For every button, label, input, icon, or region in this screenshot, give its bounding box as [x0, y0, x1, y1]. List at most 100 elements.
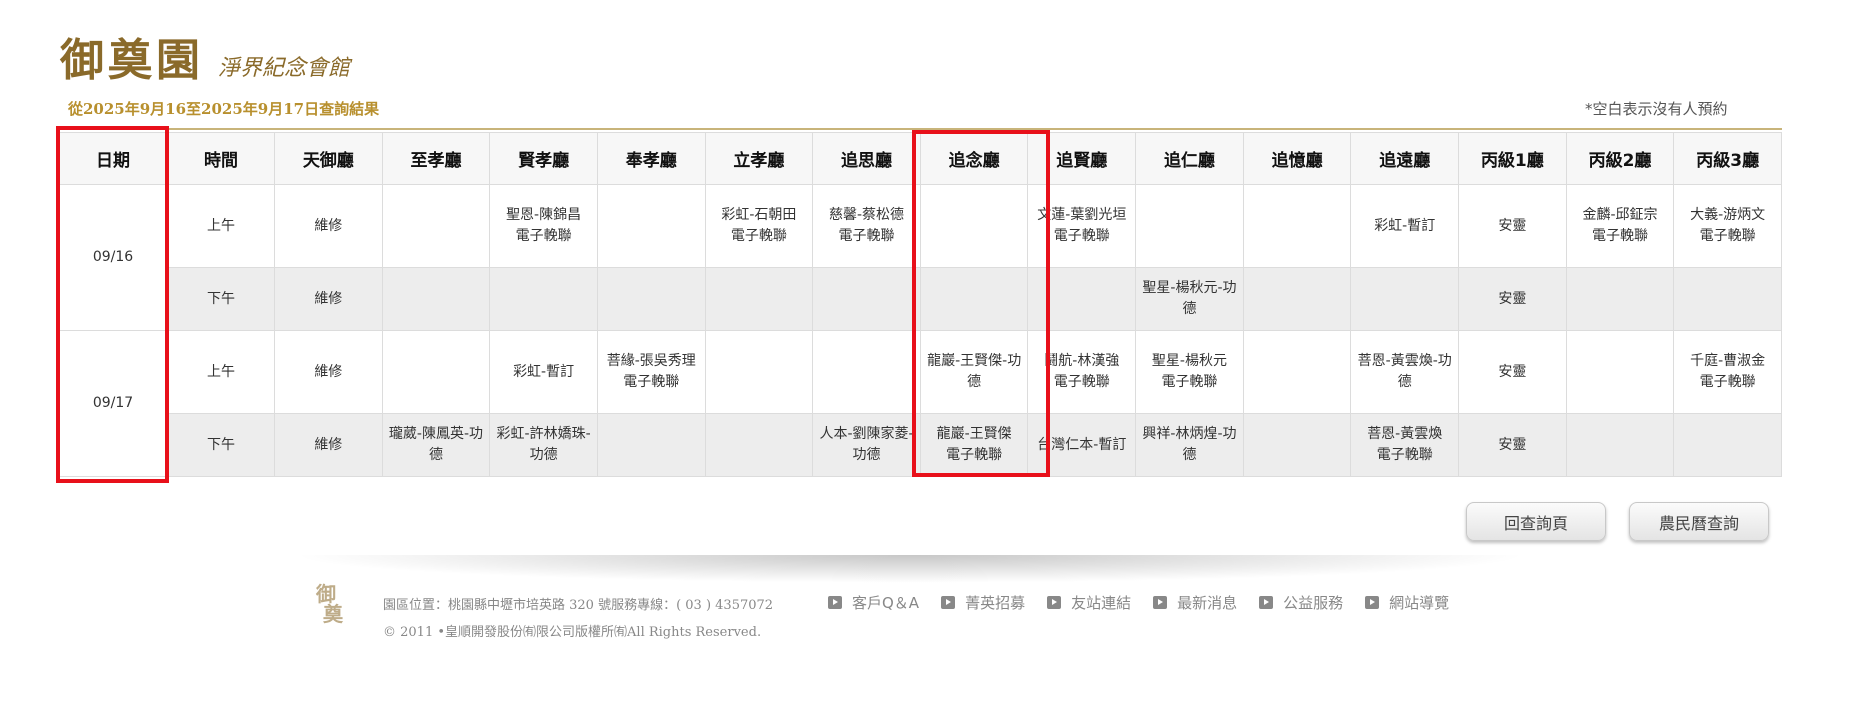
- booking-cell: [596, 184, 706, 268]
- booking-cell: 菩緣-張吳秀理 電子輓聯: [596, 330, 706, 414]
- booking-cell: [1565, 267, 1675, 331]
- booking-cell: 鬪航-林漢強 電子輓聯: [1027, 330, 1137, 414]
- footer-link[interactable]: 友站連結: [1047, 592, 1131, 613]
- booking-cell: 安靈: [1458, 184, 1567, 268]
- booking-cell: [596, 267, 706, 331]
- footer-logo-icon: 御 奠: [316, 582, 343, 626]
- booking-cell: [812, 267, 921, 331]
- booking-cell: 菩恩-黃雲煥-功德: [1350, 330, 1460, 414]
- booking-cell: 彩虹-石朝田 電子輓聯: [704, 184, 814, 268]
- booking-cell: 金麟-邱鉦宗 電子輓聯: [1565, 184, 1675, 268]
- booking-cell: 瓏葳-陳鳳英-功德: [381, 413, 491, 477]
- column-header: 賢孝廳: [489, 132, 598, 185]
- brand-name: 御奠園: [60, 35, 204, 86]
- arrow-right-icon: [1259, 596, 1274, 609]
- column-header: 追賢廳: [1027, 132, 1137, 185]
- arrow-right-icon: [1047, 596, 1062, 609]
- column-header: 至孝廳: [381, 132, 491, 185]
- booking-cell: 龍巖-王賢傑-功德: [919, 330, 1029, 414]
- arrow-right-icon: [1153, 596, 1168, 609]
- footer-shadow: [290, 555, 1530, 583]
- booking-cell: 聖恩-陳錦昌 電子輓聯: [489, 184, 598, 268]
- booking-cell: [596, 413, 706, 477]
- booking-cell: 維修: [274, 184, 383, 268]
- booking-cell: [1242, 330, 1352, 414]
- time-cell: 下午: [167, 267, 275, 331]
- query-range: 從2025年9月16至2025年9月17日查詢結果: [68, 100, 380, 118]
- booking-cell: 聖星-楊秋元 電子輓聯: [1135, 330, 1244, 414]
- booking-cell: 大義-游炳文 電子輓聯: [1673, 184, 1782, 268]
- column-header: 追思廳: [812, 132, 921, 185]
- time-cell: 上午: [167, 184, 275, 268]
- brand-logo[interactable]: 御奠園 淨界紀念會館: [60, 24, 350, 88]
- footer-link-label: 菁英招募: [965, 594, 1026, 612]
- arrow-right-icon: [828, 596, 842, 609]
- booking-cell: [919, 184, 1029, 268]
- divider: [58, 128, 1782, 130]
- arrow-right-icon: [1365, 596, 1380, 609]
- booking-cell: 慈馨-蔡松德 電子輓聯: [812, 184, 921, 268]
- column-header: 丙級1廳: [1458, 132, 1567, 185]
- table-row: 09/16 上午 維修 聖恩-陳錦昌 電子輓聯 彩虹-石朝田 電子輓聯 慈馨-蔡松德 電子…: [58, 184, 1782, 331]
- empty-note: *空白表示沒有人預約: [1585, 100, 1728, 118]
- booking-cell: [1242, 267, 1352, 331]
- booking-cell: [1027, 267, 1137, 331]
- booking-cell: [381, 330, 491, 414]
- booking-cell: 台灣仁本-暫訂: [1027, 413, 1137, 477]
- booking-cell: [919, 267, 1029, 331]
- column-header: 追憶廳: [1242, 132, 1352, 185]
- booking-cell: [1135, 184, 1244, 268]
- date-cell: 09/16: [58, 184, 168, 331]
- booking-cell: 聖星-楊秋元-功德: [1135, 267, 1244, 331]
- column-header: 奉孝廳: [596, 132, 706, 185]
- footer-link[interactable]: 客戶Q＆A: [828, 592, 919, 613]
- booking-cell: 維修: [274, 413, 383, 477]
- booking-cell: 彩虹-暫訂: [1350, 184, 1460, 268]
- lunar-calendar-button[interactable]: 農民曆查詢: [1629, 502, 1769, 541]
- footer-link-label: 友站連結: [1071, 594, 1132, 612]
- header-row: 日期 時間 天御廳 至孝廳 賢孝廳 奉孝廳 立孝廳 追思廳 追念廳 追賢廳 追仁廳 追憶廳 追遠廳 丙級1…: [58, 132, 1782, 185]
- booking-cell: 安靈: [1458, 413, 1567, 477]
- time-cell: 上午: [167, 330, 275, 414]
- footer-link-label: 公益服務: [1283, 594, 1344, 612]
- booking-cell: [1673, 413, 1782, 477]
- column-header: 追念廳: [919, 132, 1029, 185]
- booking-cell: [1673, 267, 1782, 331]
- booking-cell: [489, 267, 598, 331]
- booking-cell: [381, 267, 491, 331]
- back-to-query-button[interactable]: 回查詢頁: [1466, 502, 1606, 541]
- booking-cell: [1242, 184, 1352, 268]
- booking-cell: 文蓮-葉劉光垣 電子輓聯: [1027, 184, 1137, 268]
- footer-link[interactable]: 公益服務: [1259, 592, 1343, 613]
- column-header: 天御廳: [274, 132, 383, 185]
- footer-links: 客戶Q＆A 菁英招募 友站連結 最新消息 公益服務 網站導覽: [828, 592, 1471, 613]
- column-header: 追遠廳: [1350, 132, 1460, 185]
- footer-link-label: 最新消息: [1177, 594, 1238, 612]
- footer-address: 園區位置：桃園縣中壢市培英路 320 號服務專線：( 03 ) 4357072: [383, 598, 774, 613]
- footer-link-label: 網站導覽: [1389, 594, 1450, 612]
- column-header: 丙級2廳: [1565, 132, 1675, 185]
- date-cell: 09/17: [58, 330, 168, 477]
- time-cell: 下午: [167, 413, 275, 477]
- booking-cell: [812, 330, 921, 414]
- booking-cell: [704, 267, 814, 331]
- brand-subtitle: 淨界紀念會館: [218, 56, 351, 81]
- column-header: 丙級3廳: [1673, 132, 1782, 185]
- booking-cell: 安靈: [1458, 267, 1567, 331]
- booking-cell: 千庭-曹淑金 電子輓聯: [1673, 330, 1782, 414]
- booking-cell: 安靈: [1458, 330, 1567, 414]
- booking-cell: 菩恩-黃雲煥 電子輓聯: [1350, 413, 1460, 477]
- footer-link[interactable]: 網站導覽: [1365, 592, 1449, 613]
- footer-link[interactable]: 菁英招募: [941, 592, 1025, 613]
- schedule-table: 日期 時間 天御廳 至孝廳 賢孝廳 奉孝廳 立孝廳 追思廳 追念廳 追賢廳 追仁廳 追憶廳 追遠廳 丙級1…: [58, 132, 1782, 477]
- booking-cell: 龍巖-王賢傑 電子輓聯: [919, 413, 1029, 477]
- booking-cell: [704, 413, 814, 477]
- booking-cell: [1565, 330, 1675, 414]
- column-header: 時間: [167, 132, 275, 185]
- booking-cell: [1350, 267, 1460, 331]
- column-header: 追仁廳: [1135, 132, 1244, 185]
- table-row: 09/17 上午 維修 彩虹-暫訂 菩緣-張吳秀理 電子輓聯 龍巖-王賢傑-功德 鬪航-林漢…: [58, 330, 1782, 477]
- arrow-right-icon: [941, 596, 956, 609]
- booking-cell: 彩虹-暫訂: [489, 330, 598, 414]
- footer-link[interactable]: 最新消息: [1153, 592, 1237, 613]
